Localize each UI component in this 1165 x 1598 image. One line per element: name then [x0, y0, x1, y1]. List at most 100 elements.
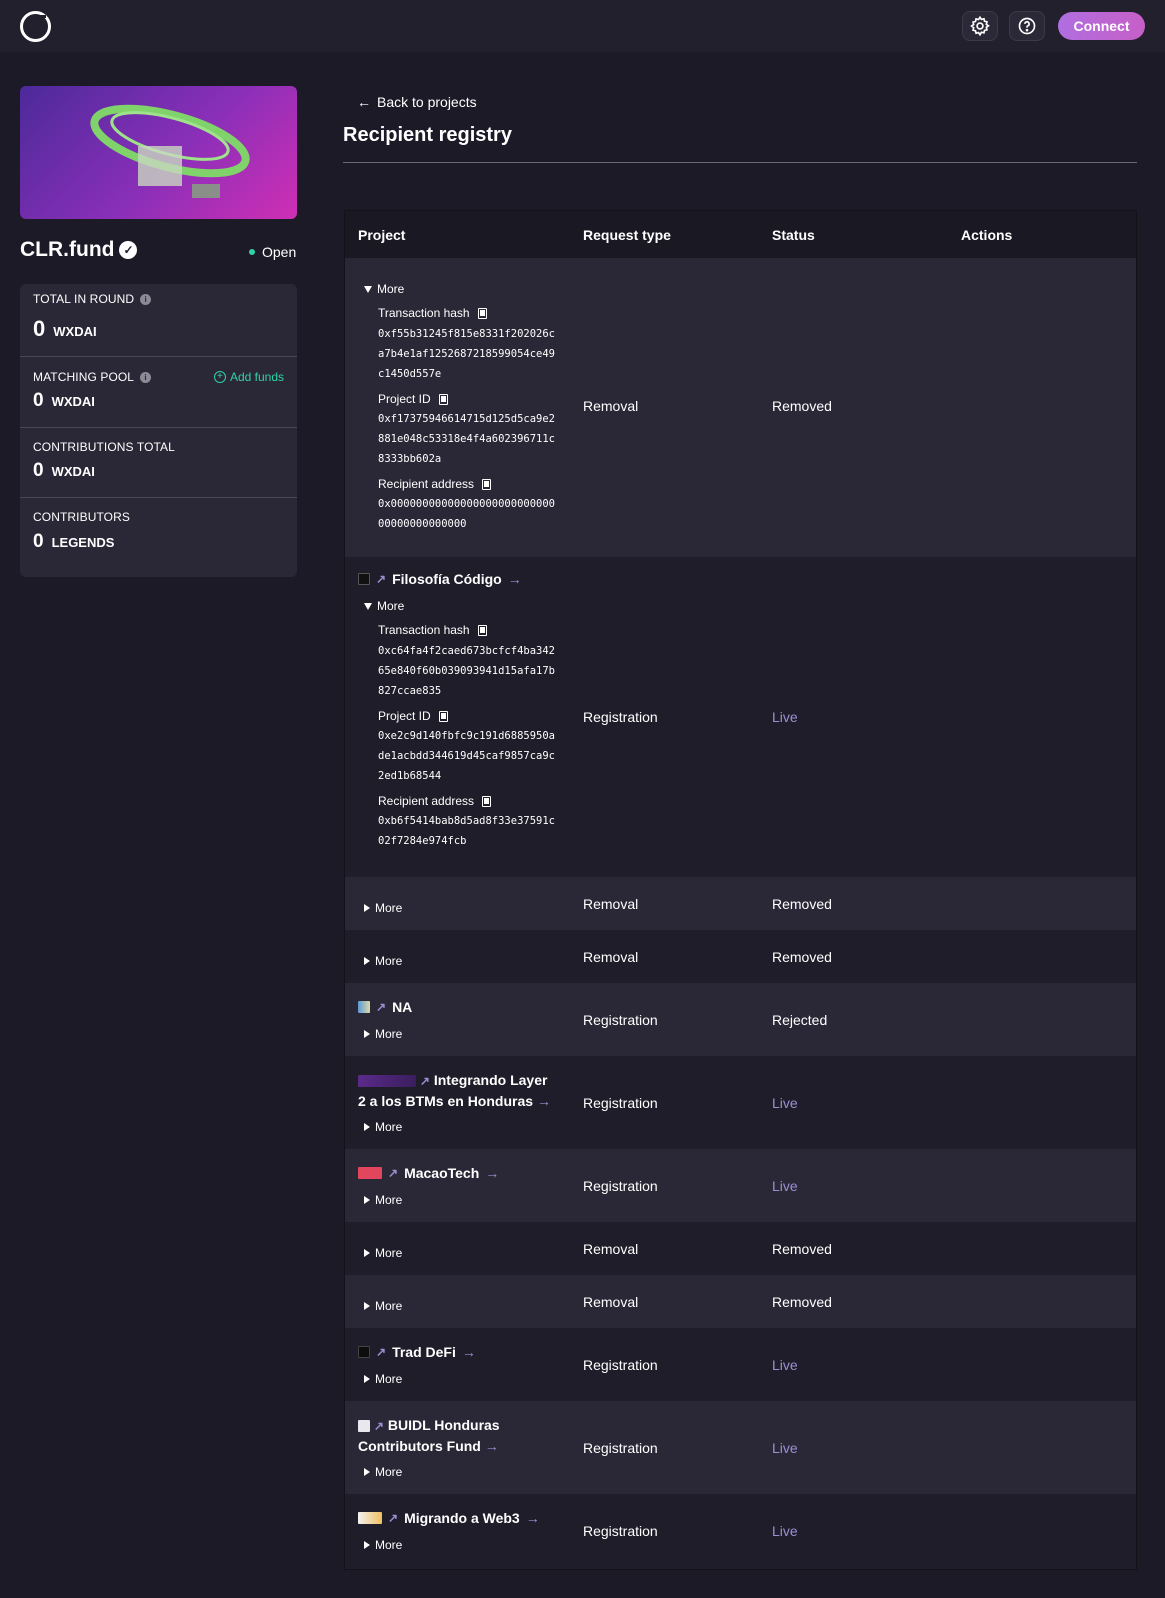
caret-right-icon	[364, 1249, 370, 1257]
status-dot-icon	[249, 249, 255, 255]
copy-icon[interactable]	[438, 710, 448, 722]
column-header-actions: Actions	[961, 227, 1013, 243]
request-type: Registration	[583, 1178, 658, 1194]
table-row: ↗ NA More Registration Rejected	[345, 983, 1136, 1056]
more-toggle[interactable]: More	[364, 1027, 402, 1041]
request-type: Registration	[583, 1440, 658, 1456]
external-link-icon[interactable]: ↗	[374, 1419, 384, 1433]
copy-icon[interactable]	[482, 795, 492, 807]
info-icon[interactable]: i	[140, 371, 152, 383]
detail-label-text: Project ID	[378, 392, 431, 406]
copy-icon[interactable]	[482, 478, 492, 490]
arrow-right-icon: →	[507, 571, 522, 587]
plus-circle-icon: +	[213, 371, 226, 383]
detail-label-text: Recipient address	[378, 794, 475, 808]
arrow-right-icon: →	[461, 1344, 476, 1360]
external-link-icon[interactable]: ↗	[376, 1000, 386, 1014]
request-status: Removed	[772, 1294, 832, 1310]
connect-button[interactable]: Connect	[1058, 12, 1145, 40]
more-toggle[interactable]: More	[364, 901, 402, 915]
project-link[interactable]: ↗ Integrando Layer 2 a los BTMs en Hondu…	[358, 1070, 558, 1111]
arrow-right-icon: →	[536, 1093, 551, 1109]
copy-icon[interactable]	[477, 307, 487, 319]
request-status: Live	[772, 1523, 798, 1539]
more-label: More	[375, 1120, 403, 1134]
stat-unit: WXDAI	[51, 464, 95, 479]
request-status: Live	[772, 709, 798, 725]
more-toggle[interactable]: More	[364, 1193, 402, 1207]
transaction-hash-value: 0xc64fa4f2caed673bcfcf4ba34265e840f60b03…	[378, 645, 556, 697]
more-toggle[interactable]: More	[364, 282, 404, 296]
project-link[interactable]: ↗ Migrando a Web3 →	[358, 1510, 540, 1526]
arrow-right-icon: →	[525, 1510, 540, 1526]
total-in-round-label: TOTAL IN ROUND i	[33, 292, 152, 306]
help-button[interactable]	[1009, 11, 1045, 41]
recipient-address-label: Recipient address	[378, 477, 492, 491]
caret-right-icon	[364, 1030, 370, 1038]
top-bar: Connect	[0, 0, 1165, 52]
caret-right-icon	[364, 1468, 370, 1476]
more-toggle[interactable]: More	[364, 1120, 402, 1134]
project-link[interactable]: ↗ BUIDL Honduras Contributors Fund →	[358, 1415, 558, 1456]
more-label: More	[375, 1372, 403, 1386]
external-link-icon[interactable]: ↗	[376, 572, 386, 586]
contributions-total-value: 0 WXDAI	[33, 460, 95, 482]
detail-label-text: Transaction hash	[378, 623, 470, 637]
stat-unit: WXDAI	[51, 394, 95, 409]
external-link-icon[interactable]: ↗	[420, 1074, 430, 1088]
project-thumbnail	[358, 1512, 382, 1524]
request-type: Registration	[583, 1012, 658, 1028]
project-name: Filosofía Código	[392, 571, 502, 587]
project-link[interactable]: ↗ Trad DeFi →	[358, 1344, 476, 1360]
table-row: ↗ Migrando a Web3 → More Registration Li…	[345, 1494, 1136, 1569]
settings-button[interactable]	[962, 11, 998, 41]
more-toggle[interactable]: More	[364, 1465, 402, 1479]
external-link-icon[interactable]: ↗	[388, 1166, 398, 1180]
more-toggle[interactable]: More	[364, 1372, 402, 1386]
recipient-registry-table: Project Request type Status Actions More…	[344, 210, 1137, 1570]
caret-down-icon	[364, 602, 372, 610]
request-status: Live	[772, 1178, 798, 1194]
caret-down-icon	[364, 285, 372, 293]
project-link[interactable]: ↗ MacaoTech →	[358, 1165, 499, 1181]
arrow-right-icon: →	[485, 1165, 500, 1181]
more-label: More	[375, 1538, 403, 1552]
project-name: Trad DeFi	[392, 1344, 456, 1360]
round-status-text: Open	[262, 244, 297, 260]
more-toggle[interactable]: More	[364, 954, 402, 968]
arrow-left-icon: ←	[357, 94, 371, 110]
project-link[interactable]: ↗ Filosofía Código →	[358, 571, 522, 587]
back-to-projects-link[interactable]: ← Back to projects	[357, 94, 477, 110]
project-name: Migrando a Web3	[404, 1510, 520, 1526]
more-label: More	[375, 1299, 403, 1313]
copy-icon[interactable]	[477, 624, 487, 636]
table-header: Project Request type Status Actions	[345, 211, 1136, 258]
more-toggle[interactable]: More	[364, 1246, 402, 1260]
project-name: NA	[392, 999, 413, 1015]
table-row: More Removal Removed	[345, 1275, 1136, 1328]
stat-number: 0	[33, 460, 44, 481]
detail-label-text: Transaction hash	[378, 306, 470, 320]
request-status: Rejected	[772, 1012, 828, 1028]
ring-logo-icon[interactable]	[20, 11, 51, 42]
external-link-icon[interactable]: ↗	[376, 1345, 386, 1359]
more-toggle[interactable]: More	[364, 599, 404, 613]
external-link-icon[interactable]: ↗	[388, 1511, 398, 1525]
request-status: Live	[772, 1357, 798, 1373]
project-thumbnail	[358, 573, 370, 585]
more-toggle[interactable]: More	[364, 1299, 402, 1313]
copy-icon[interactable]	[438, 393, 448, 405]
table-row: More Removal Removed	[345, 1222, 1136, 1275]
project-link[interactable]: ↗ NA	[358, 999, 412, 1015]
column-header-status: Status	[772, 227, 815, 243]
page-title: Recipient registry	[343, 124, 512, 146]
info-icon[interactable]: i	[140, 293, 152, 305]
request-type: Removal	[583, 1241, 639, 1257]
stat-label-text: CONTRIBUTIONS TOTAL	[33, 440, 175, 454]
recipient-address-value: 0x00000000000000000000000000000000000000…	[378, 498, 556, 530]
request-status: Removed	[772, 949, 832, 965]
more-toggle[interactable]: More	[364, 1538, 402, 1552]
divider	[20, 427, 297, 428]
add-funds-button[interactable]: + Add funds	[213, 370, 284, 384]
stat-label-text: MATCHING POOL	[33, 370, 135, 384]
